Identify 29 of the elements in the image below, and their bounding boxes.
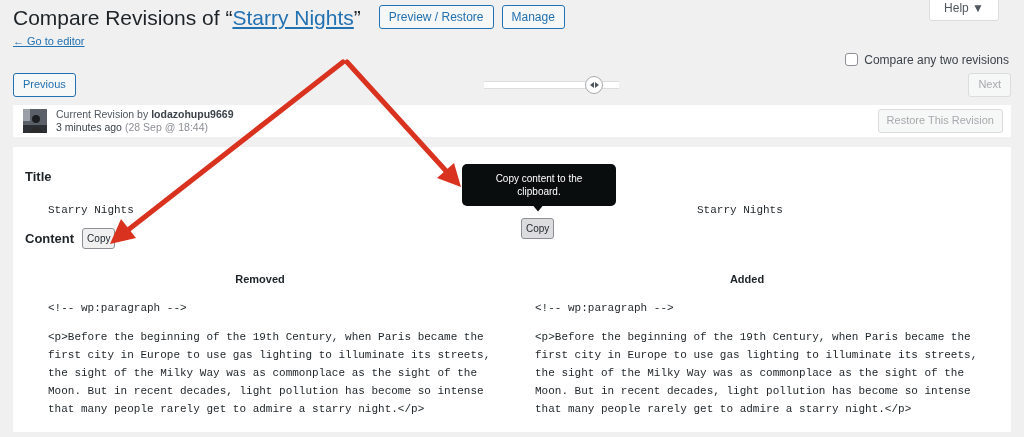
back-link[interactable]: ← Go to editor — [13, 33, 85, 50]
copy-button[interactable]: Copy — [82, 228, 116, 249]
nav-button[interactable]: Previous — [13, 72, 76, 97]
page-title: ” — [353, 6, 361, 28]
diff-text: <!-- wp:paragraph --> — [535, 300, 674, 316]
diff-text: Starry Nights — [47, 202, 134, 218]
checkbox-label: Compare any two revisions — [864, 51, 1009, 69]
revision-label: Current Revision by — [56, 107, 149, 121]
post-link[interactable]: Starry Nights — [232, 6, 354, 28]
slider-handle[interactable] — [585, 75, 604, 94]
diff-text: <p>Before the beginning of the 19th Century, when Paris became the first city in Europe to use gas lighting to illuminate its streets, the sight of the Milky Way was as commonplace as the sight of the Moon. But in recent decades, light pollution has become so intense that many people rarely get to admire a starry night.</p> — [535, 329, 978, 417]
diff-text: Starry Nights — [697, 202, 783, 218]
diff-text: <p>Before the beginning of the 19th Century, when Paris became the first city in Europe to use gas lighting to illuminate its streets, the sight of the Milky Way was as commonplace as the sight of the Moon. But in recent decades, light pollution has become so intense that many people rarely get to admire a starry night.</p> — [48, 329, 491, 417]
revision-time: 3 minutes ago — [56, 120, 122, 134]
header-button[interactable]: Manage — [501, 5, 565, 29]
column-heading: Removed — [234, 271, 286, 287]
tooltip: Copy content to the clipboard. — [462, 163, 616, 206]
diff-text: <!-- wp:paragraph --> — [48, 300, 187, 316]
checkbox[interactable] — [845, 53, 859, 66]
column-heading: Added — [728, 271, 766, 287]
author-name: lodazohupu9669 — [151, 107, 234, 121]
section-heading: Content — [25, 229, 75, 248]
tooltip-pointer — [533, 205, 543, 212]
section-heading: Title — [25, 167, 52, 186]
page-title: Compare Revisions of “ — [13, 6, 233, 28]
help-button[interactable]: Help ▼ — [929, 0, 999, 21]
copy-button[interactable]: Copy — [521, 217, 555, 239]
header-button[interactable]: Preview / Restore — [378, 5, 494, 29]
revision-date: (28 Sep @ 18:44) — [124, 120, 208, 134]
